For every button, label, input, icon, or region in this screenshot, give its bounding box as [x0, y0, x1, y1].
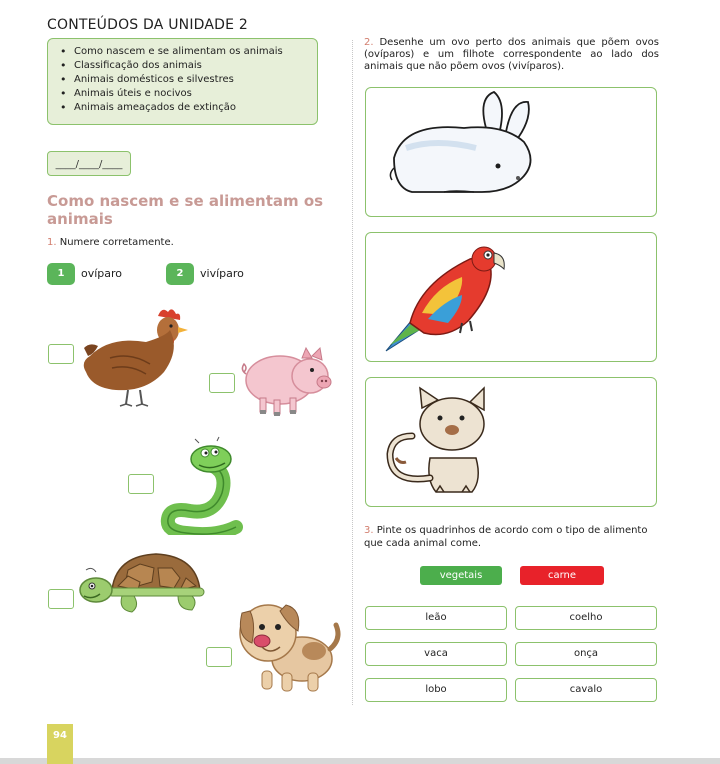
- date-field[interactable]: ____/____/____: [47, 151, 131, 176]
- question-1-text: Numere corretamente.: [59, 237, 174, 248]
- food-box-cavalo[interactable]: cavalo: [515, 678, 657, 702]
- pig-illustration: [240, 340, 335, 425]
- topics-box: Como nascem e se alimentam os animais Cl…: [47, 38, 318, 125]
- hen-illustration: [80, 298, 190, 413]
- snake-illustration: [155, 435, 250, 535]
- answer-box-dog[interactable]: [206, 647, 232, 667]
- label-viviparo: vivíparo: [200, 267, 244, 280]
- question-2-number: 2.: [364, 37, 374, 48]
- answer-box-hen[interactable]: [48, 344, 74, 364]
- food-box-coelho[interactable]: coelho: [515, 606, 657, 630]
- topic-item: Animais ameaçados de extinção: [60, 101, 317, 115]
- cat-illustration: [386, 386, 485, 493]
- legend-vegetais: vegetais: [420, 566, 502, 585]
- drawing-box-parrot[interactable]: [365, 232, 657, 362]
- unit-title: CONTEÚDOS DA UNIDADE 2: [47, 17, 248, 33]
- topics-list: Como nascem e se alimentam os animais Cl…: [60, 45, 317, 115]
- label-oviparo: ovíparo: [81, 267, 123, 280]
- column-divider: [352, 40, 353, 705]
- topic-item: Classificação dos animais: [60, 59, 317, 73]
- drawing-box-rabbit[interactable]: [365, 87, 657, 217]
- drawing-box-cat[interactable]: [365, 377, 657, 507]
- dog-illustration: [232, 597, 342, 697]
- page-number: 94: [47, 724, 73, 764]
- topic-item: Como nascem e se alimentam os animais: [60, 45, 317, 59]
- food-box-vaca[interactable]: vaca: [365, 642, 507, 666]
- badge-viviparo: 2: [166, 263, 194, 285]
- section-title: Como nascem e se alimentam os animais: [47, 192, 324, 228]
- question-3-text: Pinte os quadrinhos de acordo com o tipo…: [364, 525, 648, 549]
- question-1-number: 1.: [47, 237, 57, 248]
- food-box-leao[interactable]: leão: [365, 606, 507, 630]
- food-box-onca[interactable]: onça: [515, 642, 657, 666]
- turtle-illustration: [78, 550, 208, 620]
- parrot-illustration: [385, 246, 505, 352]
- question-2-prompt: 2. Desenhe um ovo perto dos animais que …: [364, 37, 659, 73]
- page-bottom-bar: [0, 758, 720, 764]
- answer-box-turtle[interactable]: [48, 589, 74, 609]
- rabbit-illustration: [389, 90, 532, 193]
- question-3-prompt: 3. Pinte os quadrinhos de acordo com o t…: [364, 524, 659, 550]
- badge-oviparo: 1: [47, 263, 75, 285]
- question-1-prompt: 1. Numere corretamente.: [47, 237, 174, 248]
- answer-box-pig[interactable]: [209, 373, 235, 393]
- legend-carne: carne: [520, 566, 604, 585]
- answer-box-snake[interactable]: [128, 474, 154, 494]
- topic-item: Animais úteis e nocivos: [60, 87, 317, 101]
- question-2-text: Desenhe um ovo perto dos animais que põe…: [364, 37, 659, 72]
- topic-item: Animais domésticos e silvestres: [60, 73, 317, 87]
- food-box-lobo[interactable]: lobo: [365, 678, 507, 702]
- question-3-number: 3.: [364, 525, 374, 536]
